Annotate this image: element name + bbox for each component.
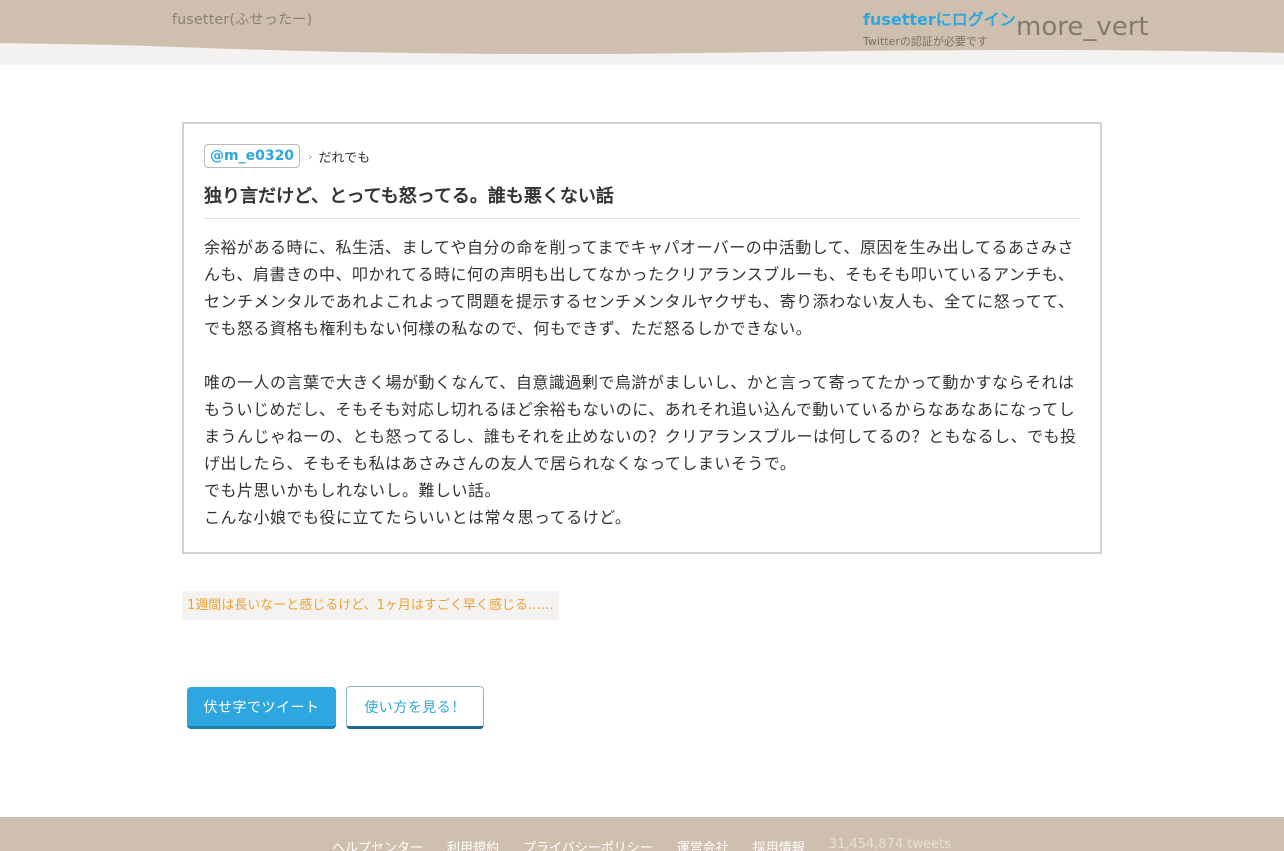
post-paragraph: でも片思いかもしれないし。難しい話。 xyxy=(204,481,502,500)
post-body: 余裕がある時に、私生活、ましてや自分の命を削ってまでキャパオーバーの中活動して、… xyxy=(204,234,1080,531)
footer-link-terms[interactable]: 利用規約 xyxy=(447,837,499,851)
login-subtitle: Twitterの認証が必要です xyxy=(863,35,988,48)
footer-link-careers[interactable]: 採用情報 xyxy=(753,837,805,851)
footer-link-help[interactable]: ヘルプセンター xyxy=(332,837,423,851)
post-title: 独り言だけど、とっても怒ってる。誰も悪くない話 xyxy=(204,186,614,207)
login-title[interactable]: fusetterにログイン xyxy=(863,10,1016,30)
related-post-link[interactable]: 1週間は長いなーと感じるけど、1ヶ月はすごく早く感じる…… xyxy=(182,591,559,620)
chevron-right-icon: › xyxy=(308,149,313,163)
footer-links: ヘルプセンター 利用規約 プライバシーポリシー 運営会社 採用情報 31,454… xyxy=(332,837,975,851)
site-footer: ヘルプセンター 利用規約 プライバシーポリシー 運営会社 採用情報 31,454… xyxy=(0,817,1284,851)
title-divider xyxy=(204,218,1080,219)
post-paragraph: 唯の一人の言葉で大きく場が動くなんて、自意識過剰で烏滸がましいし、かと言って寄っ… xyxy=(204,373,1077,473)
footer-link-company[interactable]: 運営会社 xyxy=(677,837,729,851)
post-paragraph: 余裕がある時に、私生活、ましてや自分の命を削ってまでキャパオーバーの中活動して、… xyxy=(204,238,1075,338)
tweet-button[interactable]: 伏せ字でツイート xyxy=(187,687,336,729)
post-paragraph: こんな小娘でも役に立てたらいいとは常々思ってるけど。 xyxy=(204,508,632,527)
howto-button[interactable]: 使い方を見る！ xyxy=(346,686,484,729)
site-logo-text[interactable]: fusetter(ふせったー) xyxy=(172,9,312,29)
login-link[interactable]: fusetterにログイン Twitterの認証が必要です xyxy=(863,10,1016,49)
tweet-count: 31,454,874 tweets xyxy=(828,837,951,851)
audience-label: だれでも xyxy=(318,150,371,166)
post-card: @m_e0320 › だれでも 独り言だけど、とっても怒ってる。誰も悪くない話 … xyxy=(182,122,1102,554)
footer-link-privacy[interactable]: プライバシーポリシー xyxy=(523,837,653,851)
post-meta: @m_e0320 › だれでも xyxy=(204,144,370,168)
site-header: fusetter(ふせったー) fusetterにログイン Twitterの認証… xyxy=(0,0,1284,65)
more-vert-icon[interactable]: more_vert xyxy=(1016,12,1149,42)
user-badge[interactable]: @m_e0320 xyxy=(204,144,301,168)
